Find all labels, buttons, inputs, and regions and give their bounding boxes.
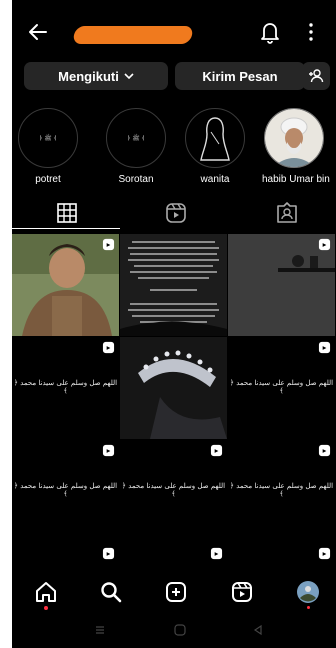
bell-icon[interactable] [258, 18, 282, 46]
profile-tabs [12, 198, 336, 232]
reels-icon [318, 547, 331, 560]
calligraphy-image: ﴿ اللهم صل وسلم على سيدنا محمد ﴾ [229, 379, 334, 395]
portrait-image [265, 109, 323, 167]
tagged-icon[interactable] [276, 202, 298, 224]
message-button[interactable]: Kirim Pesan [175, 62, 305, 90]
reels-icon [102, 547, 115, 560]
post-thumbnail[interactable]: ﴿ اللهم صل وسلم على سيدنا محمد ﴾ [228, 337, 335, 439]
reels-icon [102, 444, 115, 457]
post-thumbnail[interactable] [228, 234, 335, 336]
search-icon[interactable] [99, 580, 123, 604]
notification-dot [307, 606, 310, 609]
highlight-cover [185, 108, 245, 168]
post-thumbnail[interactable] [12, 543, 119, 571]
add-person-button[interactable] [302, 62, 330, 90]
highlight-cover [264, 108, 324, 168]
recents-icon[interactable] [94, 624, 106, 636]
post-thumbnail[interactable] [120, 543, 227, 571]
woman-silhouette-image [200, 117, 230, 161]
highlight-label: wanita [200, 174, 230, 185]
highlight-potret[interactable]: ﴿ ﷺ ﴾ potret [16, 108, 80, 185]
calligraphy-image: ﴿ اللهم صل وسلم على سيدنا محمد ﴾ [13, 379, 118, 395]
grid-icon[interactable] [56, 202, 78, 224]
home-button-icon[interactable] [173, 623, 187, 637]
post-thumbnail[interactable] [120, 337, 227, 439]
reels-icon [318, 444, 331, 457]
highlight-label: habib Umar bin [262, 174, 330, 185]
message-label: Kirim Pesan [202, 68, 278, 84]
reels-icon[interactable] [165, 202, 187, 224]
reels-icon [210, 444, 223, 457]
username-redacted [72, 26, 194, 44]
arrow-left-icon[interactable] [24, 18, 52, 46]
highlight-habib-umar[interactable]: habib Umar bin [262, 108, 330, 185]
notification-dot [44, 606, 48, 610]
calligraphy-image: ﴿ اللهم صل وسلم على سيدنا محمد ﴾ [229, 482, 334, 498]
reels-icon[interactable] [230, 580, 254, 604]
vertical-dots-icon[interactable] [306, 20, 316, 44]
calligraphy-image: ﴿ ﷺ ﴾ [38, 134, 58, 142]
post-thumbnail[interactable]: ﴿ اللهم صل وسلم على سيدنا محمد ﴾ [12, 440, 119, 542]
back-triangle-icon[interactable] [252, 624, 264, 636]
post-thumbnail[interactable] [228, 543, 335, 571]
post-image-text [120, 234, 227, 336]
reels-icon [210, 547, 223, 560]
calligraphy-image: ﴿ اللهم صل وسلم على سيدنا محمد ﴾ [13, 482, 118, 498]
profile-screen: Mengikuti Kirim Pesan ﴿ ﷺ ﴾ potret ﴿ ﷺ ﴾… [12, 0, 336, 648]
calligraphy-image: ﴿ ﷺ ﴾ [126, 134, 146, 142]
create-icon[interactable] [164, 580, 188, 604]
reels-icon [102, 238, 115, 251]
follow-button[interactable]: Mengikuti [24, 62, 168, 90]
top-bar [12, 14, 336, 50]
highlight-cover: ﴿ ﷺ ﴾ [106, 108, 166, 168]
highlight-label: potret [35, 174, 61, 185]
home-icon[interactable] [34, 580, 58, 604]
post-image-crown [120, 337, 227, 439]
post-thumbnail[interactable]: ﴿ اللهم صل وسلم على سيدنا محمد ﴾ [228, 440, 335, 542]
reels-icon [318, 238, 331, 251]
bottom-navigation [12, 572, 336, 612]
post-thumbnail[interactable]: ﴿ اللهم صل وسلم على سيدنا محمد ﴾ [12, 337, 119, 439]
system-navigation [12, 618, 336, 642]
post-thumbnail[interactable]: ﴿ اللهم صل وسلم على سيدنا محمد ﴾ [120, 440, 227, 542]
post-thumbnail[interactable] [12, 234, 119, 336]
profile-avatar[interactable] [296, 580, 320, 604]
calligraphy-image: ﴿ اللهم صل وسلم على سيدنا محمد ﴾ [121, 482, 226, 498]
highlight-cover: ﴿ ﷺ ﴾ [18, 108, 78, 168]
highlight-label: Sorotan [118, 174, 154, 185]
follow-label: Mengikuti [58, 68, 119, 84]
reels-icon [318, 341, 331, 354]
post-thumbnail[interactable] [120, 234, 227, 336]
add-person-icon [309, 69, 324, 83]
reels-icon [102, 341, 115, 354]
highlight-wanita[interactable]: wanita [183, 108, 247, 185]
active-tab-indicator [12, 228, 120, 229]
chevron-down-icon [124, 73, 134, 80]
highlight-sorotan[interactable]: ﴿ ﷺ ﴾ Sorotan [104, 108, 168, 185]
